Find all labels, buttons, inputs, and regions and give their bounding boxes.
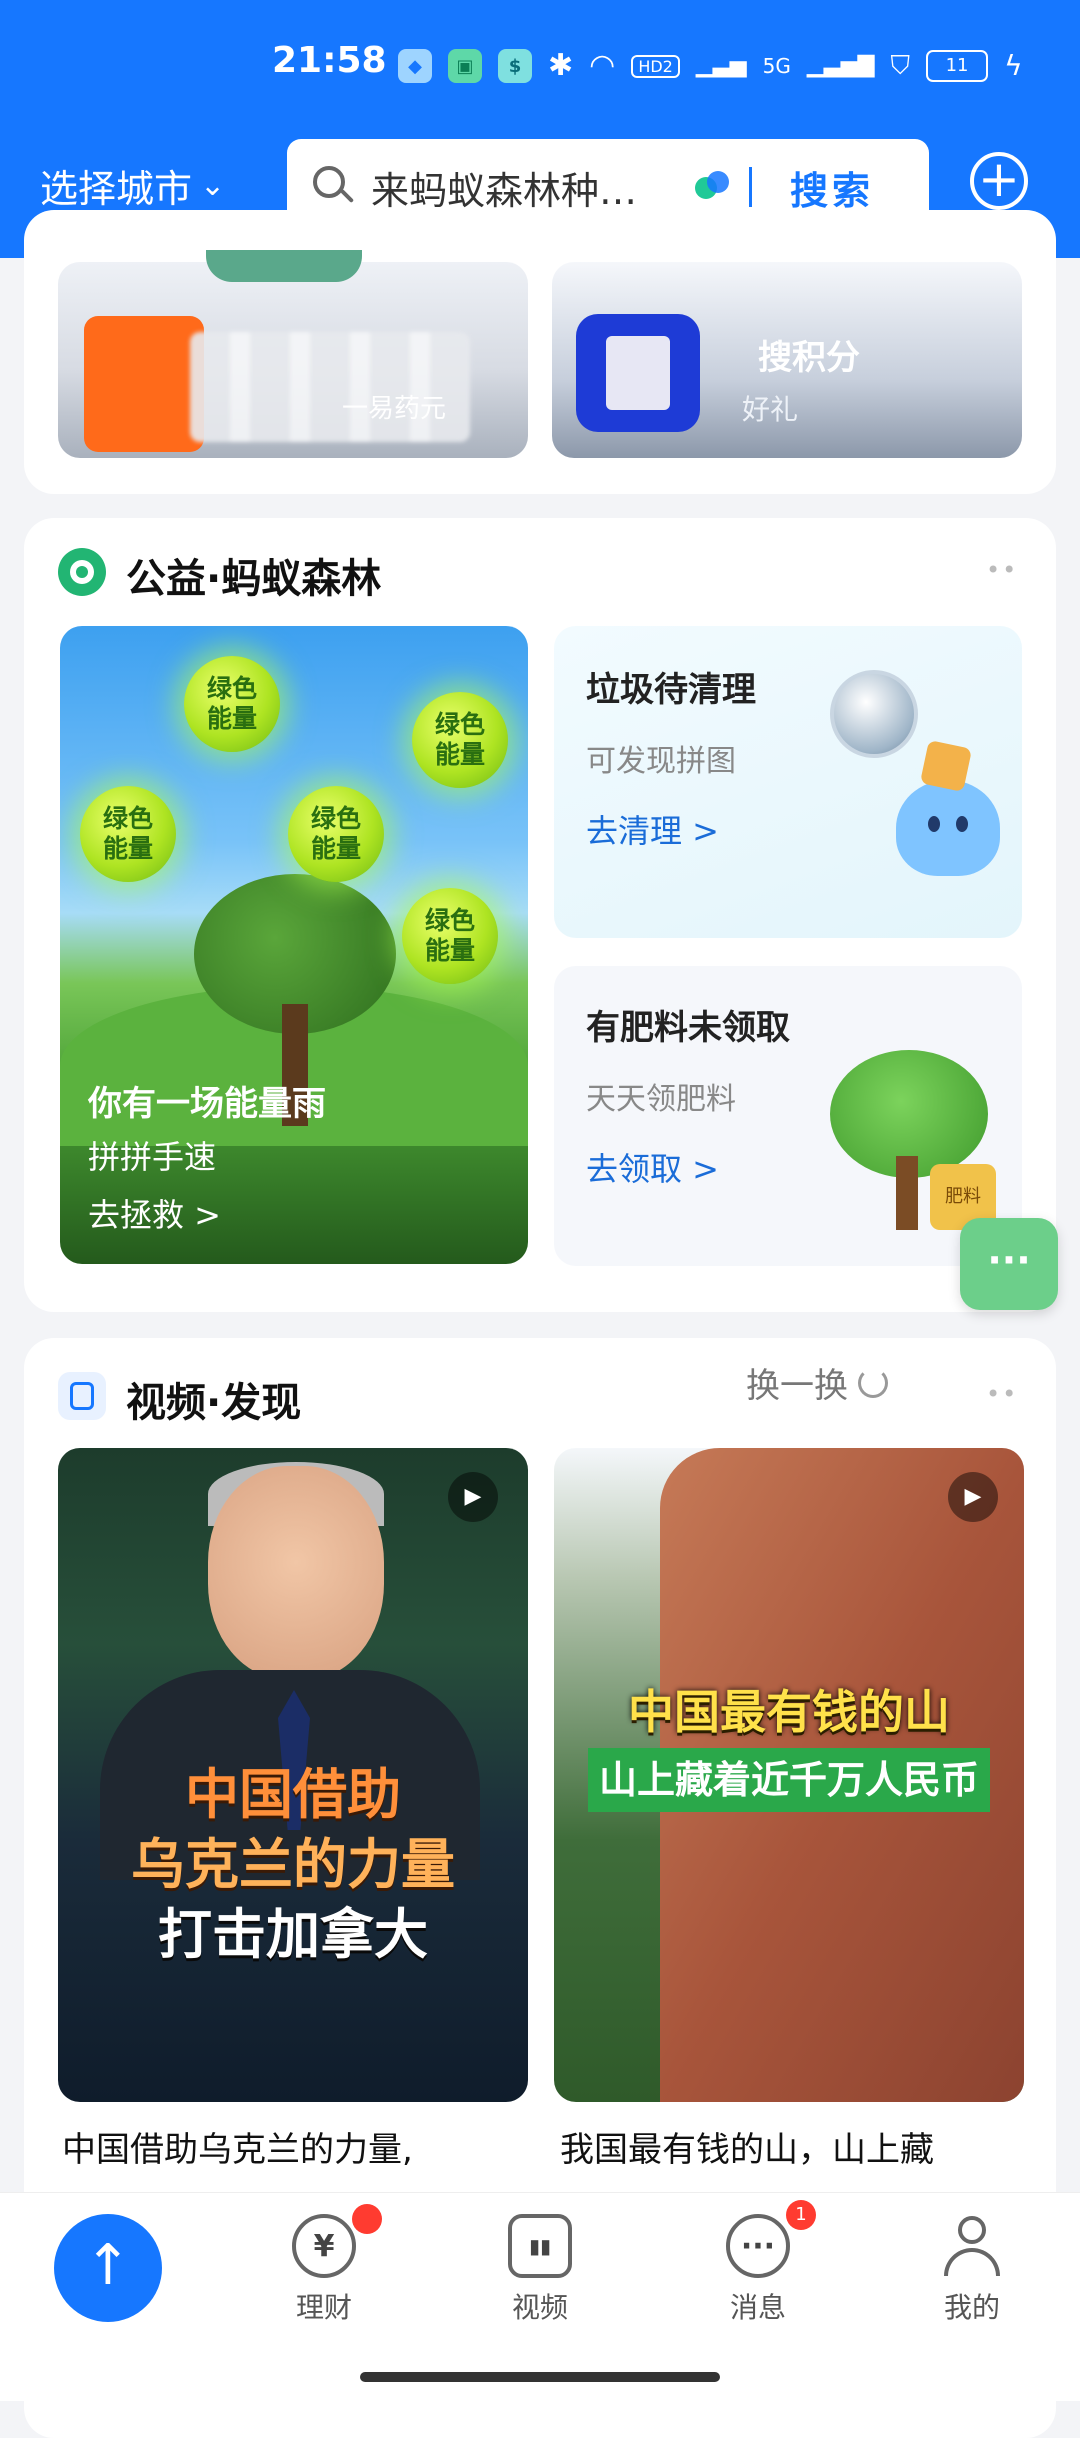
energy-bubble: 绿色 能量 (184, 656, 280, 752)
forest-logo-icon (58, 548, 106, 596)
chevron-down-icon: ⌄ (200, 168, 226, 203)
service-tile-right-title: 搜积分 (758, 338, 860, 378)
tile-decoration (206, 250, 362, 282)
video-caption-line: 中国借助 (185, 1763, 401, 1826)
floating-more-button[interactable]: ··· (960, 1218, 1058, 1310)
person-face (208, 1466, 384, 1680)
nav-label: 我的 (943, 2291, 1000, 2324)
wifi-icon: ◠ (589, 48, 616, 83)
video-title[interactable]: 我国最有钱的山，山上藏 (560, 2128, 1030, 2172)
service-tile-left-sub: 一易药元 (342, 394, 447, 424)
video-caption-banner: 山上藏着近千万人民币 (588, 1748, 990, 1812)
video-caption-line: 乌克兰的力量 (131, 1833, 455, 1896)
status-bar: 21:58 ◆ ▣ $ ✱ ◠ HD2 ▁▃▅ 5G ▁▃▅▇ ⛉ 11 ϟ (0, 40, 1080, 100)
shield-app-icon: $ (498, 49, 532, 83)
search-input[interactable]: 来蚂蚁森林种… (371, 160, 671, 215)
video-title[interactable]: 中国借助乌克兰的力量, (62, 2128, 532, 2172)
battery-level: 11 (945, 55, 969, 76)
home-indicator (360, 2372, 720, 2382)
fertilizer-card-link[interactable]: 去领取 > (586, 1144, 719, 1190)
garbage-card-link[interactable]: 去清理 > (586, 806, 719, 852)
scroll-top-button[interactable]: ↑ (54, 2214, 162, 2322)
signal-icon-2: ▁▃▅▇ (806, 53, 875, 78)
charging-icon: ϟ (1004, 49, 1023, 82)
blurred-text (190, 332, 470, 442)
voice-icon[interactable] (693, 167, 733, 207)
nav-label: 视频 (511, 2291, 568, 2324)
qq-icon: ◆ (398, 49, 432, 83)
video-icon: ▮▮ (508, 2214, 572, 2278)
energy-bubble: 绿色 能量 (288, 786, 384, 882)
energy-bubble: 绿色 能量 (80, 786, 176, 882)
search-divider (749, 167, 752, 207)
person-icon (940, 2214, 1004, 2278)
status-time: 21:58 (272, 40, 387, 81)
energy-card-link[interactable]: 去拯救 > (88, 1190, 221, 1236)
wechat-icon: ▣ (448, 49, 482, 83)
video-section-icon (58, 1372, 106, 1420)
energy-bubble: 绿色 能量 (402, 888, 498, 984)
more-options-icon[interactable]: •• (986, 556, 1018, 584)
play-icon[interactable]: ▶ (448, 1472, 498, 1522)
puzzle-icon (919, 739, 973, 793)
energy-bubble: 绿色 能量 (412, 692, 508, 788)
hd-badge: HD2 (631, 54, 680, 78)
garbage-card-subtitle: 可发现拼图 (586, 744, 736, 779)
energy-card-title: 你有一场能量雨 (88, 1084, 326, 1124)
city-label: 选择城市 (40, 167, 193, 211)
search-button[interactable]: 搜索 (790, 160, 874, 215)
message-badge: 1 (786, 2200, 816, 2230)
garbage-card-title: 垃圾待清理 (586, 670, 756, 710)
signal-icon: ▁▃▅ (695, 53, 747, 78)
security-icon: ⛉ (890, 51, 911, 81)
forest-section-title: 公益·蚂蚁森林 (126, 556, 382, 602)
status-icons: ◆ ▣ $ ✱ ◠ HD2 ▁▃▅ 5G ▁▃▅▇ ⛉ 11 ϟ (398, 46, 1023, 86)
fertilizer-card-title: 有肥料未领取 (586, 1008, 790, 1048)
nav-item-me[interactable]: 我的 (912, 2214, 1032, 2326)
search-icon (313, 166, 355, 208)
video-caption: 中国借助 乌克兰的力量 打击加拿大 (58, 1760, 528, 1970)
finance-icon: ¥ (292, 2214, 356, 2278)
swap-button[interactable]: 换一换 (746, 1358, 888, 1407)
app-logo-orange (84, 316, 204, 452)
nav-label: 理财 (295, 2291, 352, 2324)
play-icon[interactable]: ▶ (948, 1472, 998, 1522)
battery-icon: 11 (926, 50, 989, 82)
message-icon: ··· (726, 2214, 790, 2278)
city-selector[interactable]: 选择城市 ⌄ (40, 158, 225, 213)
video-section-title: 视频·发现 (126, 1380, 302, 1426)
video-caption: 中国最有钱的山 (628, 1685, 950, 1739)
notification-dot (352, 2204, 382, 2234)
fertilizer-tree-trunk (896, 1156, 918, 1230)
energy-card-subtitle: 拼拼手速 (88, 1138, 217, 1176)
network-label: 5G (762, 54, 791, 78)
video-caption-line: 打击加拿大 (158, 1903, 428, 1966)
more-options-icon[interactable]: •• (986, 1380, 1018, 1408)
globe-image (830, 670, 918, 758)
fertilizer-card-subtitle: 天天领肥料 (586, 1082, 736, 1117)
refresh-icon (858, 1367, 888, 1398)
add-icon[interactable]: + (970, 152, 1028, 210)
app-logo-blue (576, 314, 700, 432)
nav-label: 消息 (729, 2291, 786, 2324)
jellyfish-mascot (896, 780, 1000, 876)
nav-item-video[interactable]: ▮▮ 视频 (480, 2214, 600, 2326)
swap-label: 换一换 (746, 1366, 848, 1406)
service-tile-right-sub: 好礼 (742, 393, 799, 426)
nav-item-messages[interactable]: ··· 消息 (698, 2214, 818, 2326)
bluetooth-icon: ✱ (548, 48, 574, 83)
